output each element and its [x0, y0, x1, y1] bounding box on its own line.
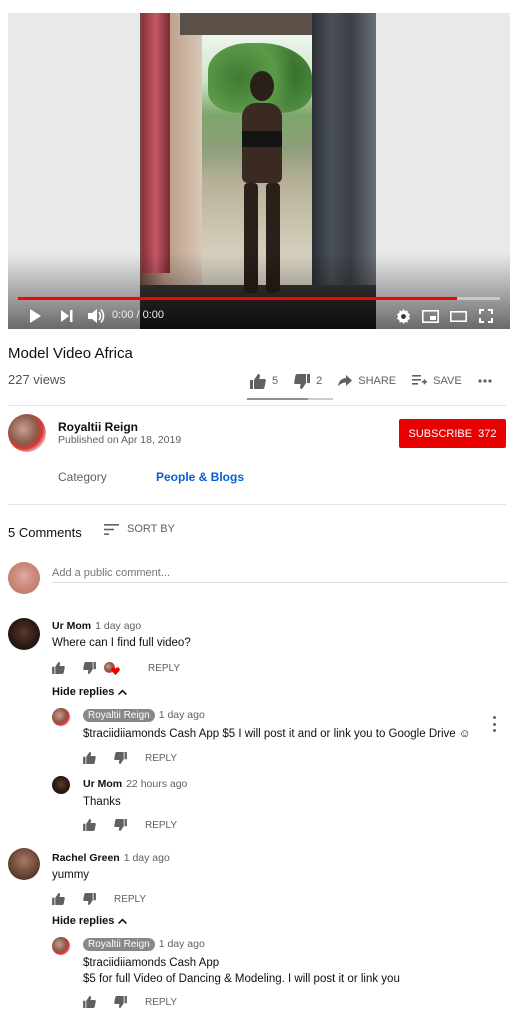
- user-avatar: [8, 562, 40, 594]
- comments-count: 5 Comments: [8, 525, 82, 540]
- comment-author[interactable]: Rachel Green 1 day ago: [52, 852, 170, 864]
- progress-fill: [18, 297, 457, 300]
- channel-avatar[interactable]: [8, 414, 46, 452]
- divider: [8, 405, 506, 406]
- subscribe-label: SUBSCRIBE: [408, 427, 473, 440]
- view-count: 227 views: [8, 372, 66, 387]
- comment-text: yummy: [52, 869, 90, 881]
- reply-text: Thanks: [83, 796, 121, 808]
- thumb-down-icon: [294, 373, 311, 389]
- reply-author[interactable]: Ur Mom 22 hours ago: [83, 778, 187, 790]
- time-display: 0:00 / 0:00: [112, 309, 164, 321]
- like-ratio-fill: [247, 398, 309, 400]
- channel-owner-badge: Royaltii Reign: [83, 709, 155, 722]
- miniplayer-icon[interactable]: [420, 305, 440, 327]
- divider: [8, 504, 506, 505]
- reply-time: 1 day ago: [158, 938, 205, 950]
- reply-avatar[interactable]: [52, 937, 70, 955]
- channel-name[interactable]: Royaltii Reign: [58, 420, 138, 434]
- thumb-up-icon: [250, 373, 266, 389]
- share-icon: [338, 375, 353, 387]
- theater-icon[interactable]: [448, 305, 468, 327]
- thumb-down-icon[interactable]: [114, 996, 127, 1008]
- reply-button[interactable]: REPLY: [114, 894, 146, 905]
- video-player[interactable]: 0:00 / 0:00: [8, 13, 510, 329]
- like-dislike-ratio-bar: [247, 398, 333, 400]
- reply-author[interactable]: Royaltii Reign 1 day ago: [83, 938, 205, 951]
- subscriber-count: 372: [478, 427, 497, 440]
- reply-action-row: REPLY: [83, 996, 177, 1008]
- channel-owner-badge: Royaltii Reign: [83, 938, 155, 951]
- player-controls: 0:00 / 0:00: [8, 305, 510, 327]
- thumb-up-icon[interactable]: [83, 752, 96, 764]
- chevron-up-icon: [118, 689, 128, 695]
- add-comment-input[interactable]: [52, 563, 508, 583]
- more-icon: [478, 379, 492, 383]
- sort-by-button[interactable]: SORT BY: [104, 523, 175, 535]
- thumb-down-icon[interactable]: [83, 662, 96, 674]
- save-button[interactable]: SAVE: [412, 375, 462, 387]
- reply-time: 1 day ago: [158, 709, 205, 721]
- thumb-down-icon[interactable]: [114, 752, 127, 764]
- video-actions: 5 2 SHARE SAVE: [250, 370, 514, 392]
- chevron-up-icon: [118, 918, 128, 924]
- playlist-add-icon: [412, 375, 428, 385]
- comment-action-row: REPLY: [52, 893, 146, 905]
- reply-text-line: $5 for full Video of Dancing & Modeling.…: [83, 973, 400, 985]
- next-icon[interactable]: [58, 305, 76, 327]
- thumb-up-icon[interactable]: [83, 996, 96, 1008]
- comment-menu-button[interactable]: [488, 716, 500, 732]
- like-button[interactable]: 5: [250, 373, 279, 389]
- reply-text: $traciidiiamonds Cash App: [83, 957, 220, 969]
- reply-author[interactable]: Royaltii Reign 1 day ago: [83, 709, 205, 722]
- settings-icon[interactable]: [394, 305, 412, 327]
- like-count: 5: [272, 375, 279, 387]
- dislike-button[interactable]: 2: [294, 373, 323, 389]
- comment-text: Where can I find full video?: [52, 637, 191, 649]
- thumb-down-icon[interactable]: [114, 819, 127, 831]
- commenter-avatar[interactable]: [8, 848, 40, 880]
- reply-action-row: REPLY: [83, 819, 177, 831]
- reply-button[interactable]: REPLY: [145, 820, 177, 831]
- fullscreen-icon[interactable]: [476, 305, 496, 327]
- play-icon[interactable]: [26, 305, 44, 327]
- subscribe-button[interactable]: SUBSCRIBE 372: [399, 419, 506, 448]
- category-link[interactable]: People & Blogs: [156, 470, 244, 484]
- sort-by-label: SORT BY: [127, 523, 175, 535]
- comment-time: 1 day ago: [123, 852, 170, 864]
- reply-avatar[interactable]: [52, 708, 70, 726]
- reply-button[interactable]: REPLY: [148, 663, 180, 674]
- heart-icon: [104, 662, 120, 676]
- comment-time: 1 day ago: [95, 620, 142, 632]
- video-title: Model Video Africa: [8, 345, 133, 362]
- more-actions-button[interactable]: [478, 379, 498, 383]
- reply-avatar[interactable]: [52, 776, 70, 794]
- thumb-up-icon[interactable]: [52, 893, 65, 905]
- reply-text: $traciidiiamonds Cash App $5 I will post…: [83, 728, 471, 740]
- thumb-down-icon[interactable]: [83, 893, 96, 905]
- reply-button[interactable]: REPLY: [145, 753, 177, 764]
- dislike-count: 2: [316, 375, 323, 387]
- share-button[interactable]: SHARE: [338, 375, 396, 387]
- share-label: SHARE: [358, 375, 397, 387]
- hide-replies-button[interactable]: Hide replies: [52, 686, 128, 698]
- publish-date: Published on Apr 18, 2019: [58, 434, 182, 446]
- save-label: SAVE: [433, 375, 462, 387]
- reply-button[interactable]: REPLY: [145, 997, 177, 1008]
- sort-icon: [104, 523, 119, 535]
- commenter-avatar[interactable]: [8, 618, 40, 650]
- volume-icon[interactable]: [86, 305, 108, 327]
- comment-author[interactable]: Ur Mom 1 day ago: [52, 620, 141, 632]
- category-label: Category: [58, 470, 107, 484]
- reply-time: 22 hours ago: [126, 778, 188, 790]
- progress-bar[interactable]: [18, 297, 500, 300]
- thumb-up-icon[interactable]: [83, 819, 96, 831]
- thumb-up-icon[interactable]: [52, 662, 65, 674]
- hide-replies-button[interactable]: Hide replies: [52, 915, 128, 927]
- reply-action-row: REPLY: [83, 752, 177, 764]
